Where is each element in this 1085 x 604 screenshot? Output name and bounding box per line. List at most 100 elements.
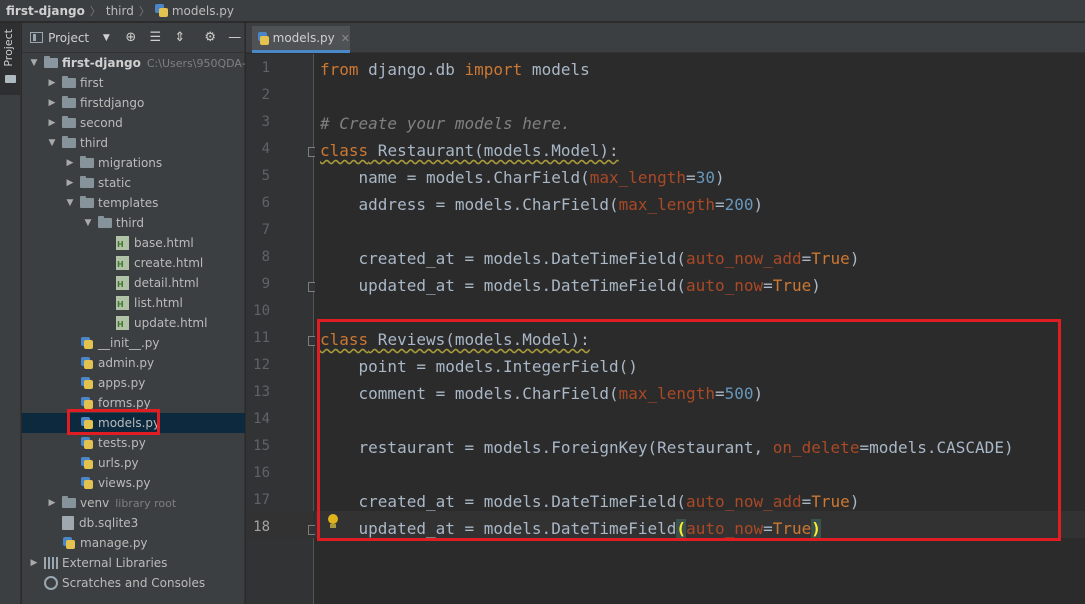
close-icon[interactable]: ✕ bbox=[341, 32, 350, 45]
code-line[interactable]: name = models.CharField(max_length=30) bbox=[320, 168, 725, 188]
tree-item[interactable]: detail.html bbox=[22, 273, 245, 293]
code-line[interactable]: class Restaurant(models.Model): bbox=[320, 141, 619, 161]
chevron-right-icon[interactable]: ▶ bbox=[28, 558, 40, 568]
python-file-icon bbox=[80, 396, 94, 410]
code-line[interactable]: updated_at = models.DateTimeField(auto_n… bbox=[320, 519, 821, 539]
code-line[interactable]: from django.db import models bbox=[320, 60, 590, 80]
python-file-icon bbox=[80, 356, 94, 370]
chevron-down-icon[interactable]: ▼ bbox=[46, 138, 58, 148]
tree-item[interactable]: Scratches and Consoles bbox=[22, 573, 245, 593]
scratches-icon bbox=[44, 576, 58, 590]
tree-item-label: update.html bbox=[134, 316, 208, 330]
tree-item[interactable]: ▶ External Libraries bbox=[22, 553, 245, 573]
tree-item-label: detail.html bbox=[134, 276, 199, 290]
tree-folder-venv[interactable]: ▶ venv library root bbox=[22, 493, 245, 513]
line-number: 18 bbox=[253, 519, 270, 535]
highlight-box-models-file bbox=[67, 409, 160, 435]
tree-item-label: views.py bbox=[98, 476, 151, 490]
tree-item-label: list.html bbox=[134, 296, 183, 310]
breadcrumb-folder[interactable]: third bbox=[106, 4, 134, 18]
tree-item[interactable]: urls.py bbox=[22, 453, 245, 473]
code-line[interactable]: # Create your models here. bbox=[320, 114, 570, 134]
breadcrumb-project[interactable]: first-django bbox=[6, 4, 85, 18]
project-tool-tab[interactable]: Project bbox=[0, 23, 20, 95]
project-tool-tab-label: Project bbox=[2, 29, 15, 67]
tree-item[interactable]: admin.py bbox=[22, 353, 245, 373]
project-panel-title[interactable]: Project bbox=[48, 31, 89, 45]
chevron-down-icon[interactable]: ▼ bbox=[64, 198, 76, 208]
tree-folder-first-django[interactable]: ▼ first-django C:\Users\950QDA- bbox=[22, 53, 246, 73]
line-number: 14 bbox=[253, 411, 270, 427]
tree-item-hint: library root bbox=[115, 496, 177, 510]
tree-item-label: tests.py bbox=[98, 436, 146, 450]
code-line[interactable]: updated_at = models.DateTimeField(auto_n… bbox=[320, 276, 821, 296]
html-file-icon bbox=[116, 256, 129, 270]
tree-item[interactable]: base.html bbox=[22, 233, 245, 253]
line-number: 12 bbox=[253, 357, 270, 373]
tree-item-label: first bbox=[80, 76, 104, 90]
code-line[interactable]: point = models.IntegerField() bbox=[320, 357, 638, 377]
collapse-all-icon[interactable]: ⇕ bbox=[171, 30, 189, 45]
chevron-right-icon[interactable]: ▶ bbox=[46, 118, 58, 128]
tree-item-label: migrations bbox=[98, 156, 163, 170]
breadcrumb-separator: 〉 bbox=[138, 4, 150, 18]
tree-item-label: templates bbox=[98, 196, 159, 210]
html-file-icon bbox=[116, 236, 129, 250]
tree-item[interactable]: apps.py bbox=[22, 373, 245, 393]
tree-item-label: second bbox=[80, 116, 123, 130]
tree-item[interactable]: tests.py bbox=[22, 433, 245, 453]
code-line[interactable]: created_at = models.DateTimeField(auto_n… bbox=[320, 249, 860, 269]
breadcrumb-file[interactable]: models.py bbox=[172, 4, 234, 18]
tree-item[interactable]: update.html bbox=[22, 313, 245, 333]
gear-icon[interactable]: ⚙ bbox=[201, 30, 219, 45]
code-line[interactable]: class Reviews(models.Model): bbox=[320, 330, 590, 350]
code-line[interactable]: address = models.CharField(max_length=20… bbox=[320, 195, 764, 215]
tab-models-py[interactable]: models.py ✕ bbox=[252, 26, 350, 53]
tree-item[interactable]: manage.py bbox=[22, 533, 245, 553]
line-number: 10 bbox=[253, 303, 270, 319]
tree-item-label: first-django bbox=[62, 56, 141, 70]
chevron-right-icon[interactable]: ▶ bbox=[46, 78, 58, 88]
tree-item-label: db.sqlite3 bbox=[79, 516, 139, 530]
tree-item[interactable]: db.sqlite3 bbox=[22, 513, 245, 533]
tree-folder-firstdjango[interactable]: ▶ firstdjango bbox=[22, 93, 245, 113]
code-line[interactable]: restaurant = models.ForeignKey(Restauran… bbox=[320, 438, 1014, 458]
chevron-right-icon[interactable]: ▶ bbox=[64, 178, 76, 188]
folder-icon bbox=[5, 75, 16, 83]
folder-icon bbox=[62, 96, 76, 108]
locate-icon[interactable]: ⊕ bbox=[122, 30, 140, 45]
tree-item[interactable]: create.html bbox=[22, 253, 245, 273]
python-file-icon bbox=[62, 536, 76, 550]
tree-folder-third[interactable]: ▼ third bbox=[22, 213, 245, 233]
tree-item[interactable]: views.py bbox=[22, 473, 245, 493]
tree-item-label: forms.py bbox=[98, 396, 151, 410]
chevron-right-icon[interactable]: ▶ bbox=[64, 158, 76, 168]
line-number: 2 bbox=[261, 87, 270, 103]
tree-folder-static[interactable]: ▶ static bbox=[22, 173, 245, 193]
chevron-right-icon[interactable]: ▶ bbox=[46, 498, 58, 508]
tree-folder-migrations[interactable]: ▶ migrations bbox=[22, 153, 245, 173]
python-file-icon bbox=[80, 376, 94, 390]
tree-item-label: manage.py bbox=[80, 536, 148, 550]
tree-folder-templates[interactable]: ▼ templates bbox=[22, 193, 245, 213]
tree-folder-second[interactable]: ▶ second bbox=[22, 113, 245, 133]
chevron-right-icon[interactable]: ▶ bbox=[46, 98, 58, 108]
python-file-icon bbox=[258, 31, 269, 45]
code-line[interactable]: comment = models.CharField(max_length=50… bbox=[320, 384, 764, 404]
minimize-icon[interactable]: — bbox=[225, 30, 243, 45]
code-editor[interactable]: from django.db import models # Create you… bbox=[315, 54, 1085, 604]
tree-folder-first[interactable]: ▶ first bbox=[22, 73, 245, 93]
expand-all-icon[interactable]: ☰ bbox=[146, 30, 164, 45]
project-panel: Project ▼ ⊕ ☰ ⇕ ⚙ — ▼ first-django C:\User… bbox=[22, 23, 246, 604]
chevron-down-icon[interactable]: ▼ bbox=[82, 218, 94, 228]
chevron-down-icon[interactable]: ▼ bbox=[28, 58, 40, 68]
tree-item-label: firstdjango bbox=[80, 96, 145, 110]
line-number: 1 bbox=[261, 60, 270, 76]
dropdown-icon[interactable]: ▼ bbox=[97, 33, 115, 43]
tree-item[interactable]: __init__.py bbox=[22, 333, 245, 353]
code-line[interactable]: created_at = models.DateTimeField(auto_n… bbox=[320, 492, 860, 512]
tree-folder-third[interactable]: ▼ third bbox=[22, 133, 245, 153]
python-file-icon bbox=[80, 336, 94, 350]
tree-item[interactable]: list.html bbox=[22, 293, 245, 313]
line-number: 8 bbox=[261, 249, 270, 265]
